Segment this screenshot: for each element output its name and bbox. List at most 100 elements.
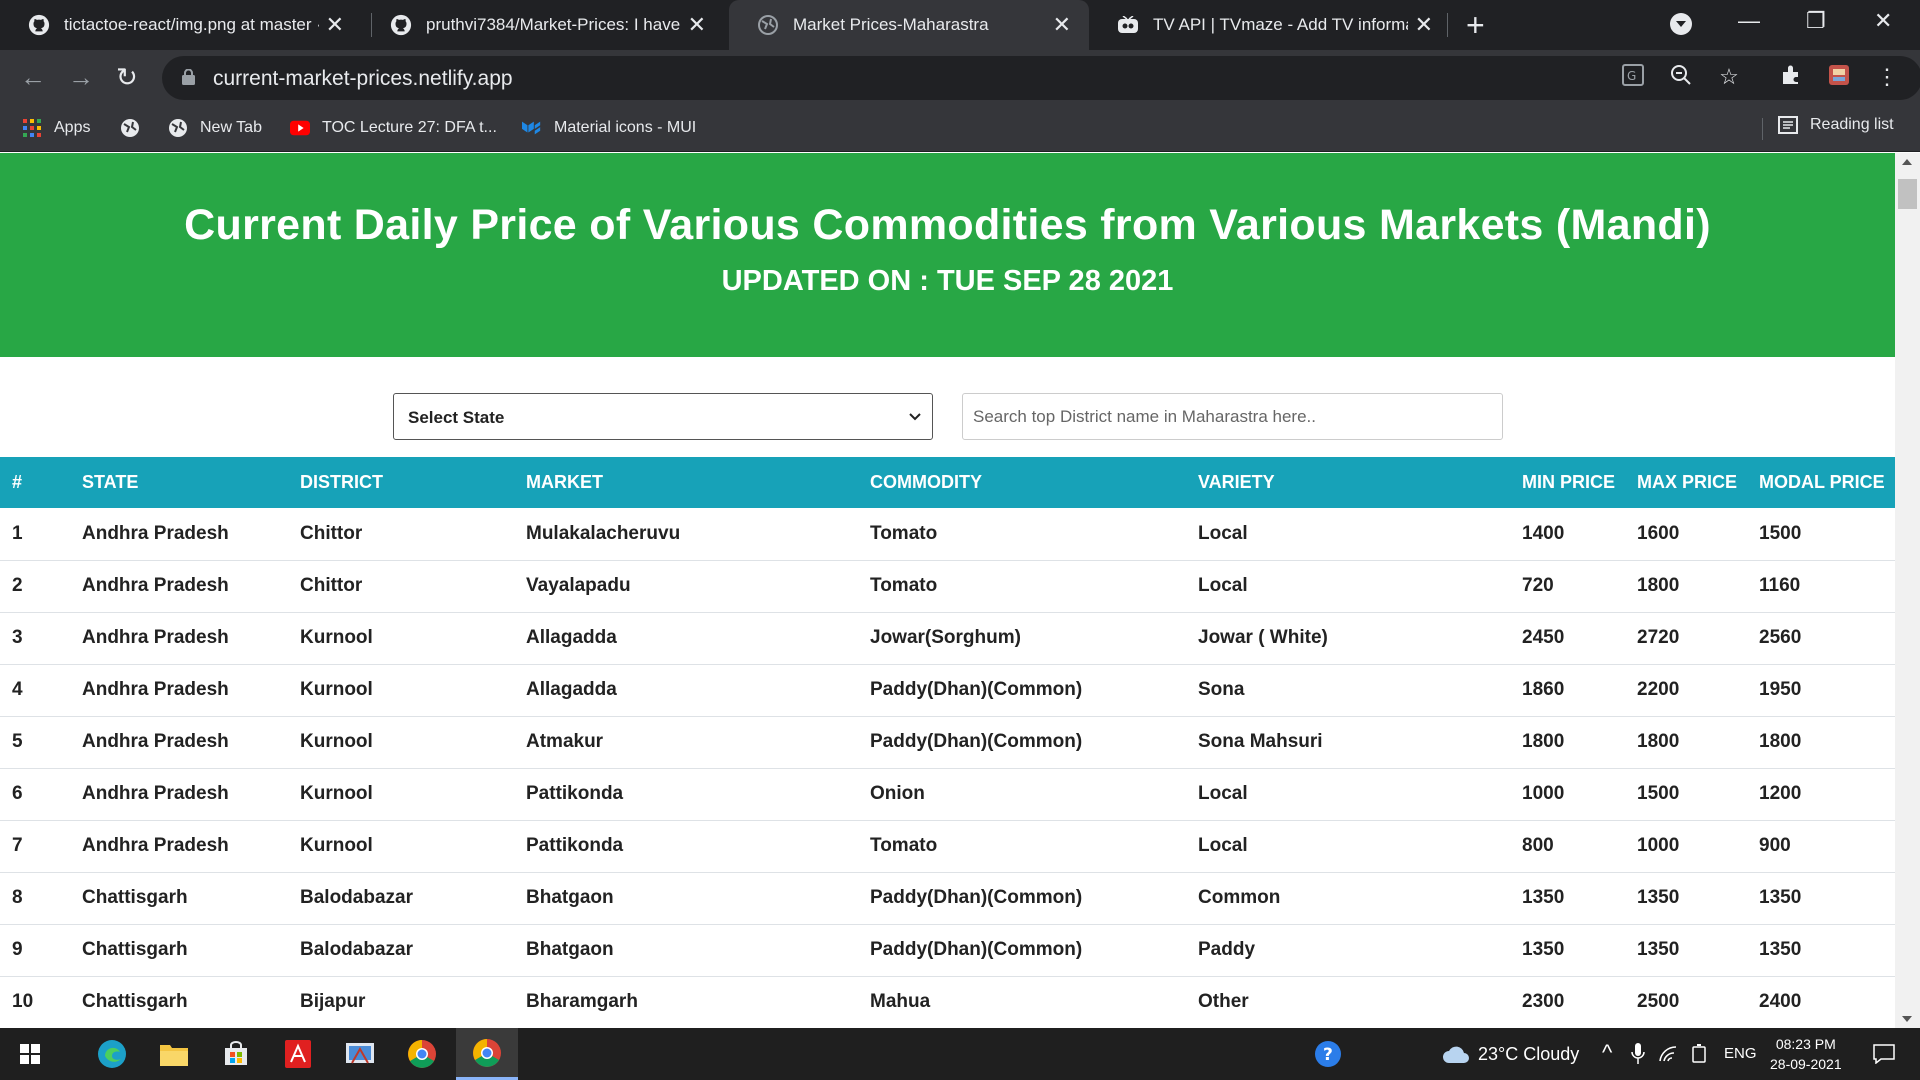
table-cell: Andhra Pradesh: [82, 835, 229, 856]
minimize-icon[interactable]: —: [1738, 8, 1760, 34]
table-cell: Other: [1198, 991, 1249, 1012]
wifi-icon[interactable]: [1652, 1038, 1684, 1070]
table-cell: Jowar ( White): [1198, 627, 1328, 648]
page-scrollbar[interactable]: [1895, 153, 1920, 1028]
notification-icon[interactable]: [1868, 1038, 1900, 1070]
table-cell: Bhatgaon: [526, 887, 614, 908]
chrome-active-window-icon[interactable]: [456, 1028, 518, 1080]
tab-market-prices-maharastra[interactable]: Market Prices-Maharastra ✕: [729, 0, 1089, 50]
table-cell: Common: [1198, 887, 1281, 908]
input-language[interactable]: ENG: [1724, 1045, 1757, 1062]
close-tab-icon[interactable]: ✕: [326, 14, 344, 36]
close-window-icon[interactable]: ✕: [1874, 8, 1892, 34]
table-cell: Local: [1198, 575, 1248, 596]
address-bar[interactable]: current-market-prices.netlify.app: [162, 56, 1920, 100]
bookmark-apps[interactable]: Apps: [22, 116, 90, 140]
chevron-up-icon[interactable]: ^: [1602, 1040, 1612, 1066]
table-cell: 1350: [1759, 887, 1802, 908]
clock-date: 28-09-2021: [1770, 1056, 1842, 1072]
windows-start-icon[interactable]: [14, 1038, 46, 1070]
reading-list-icon: [1778, 116, 1798, 134]
table-cell: Andhra Pradesh: [82, 679, 229, 700]
new-tab-button[interactable]: +: [1466, 8, 1485, 42]
snipping-tool-icon[interactable]: [344, 1038, 376, 1070]
extensions-icon[interactable]: [1778, 64, 1804, 90]
github-icon: [390, 14, 412, 36]
bookmark-star-icon[interactable]: ☆: [1716, 64, 1742, 90]
menu-kebab-icon[interactable]: ⋮: [1874, 64, 1900, 90]
microphone-icon[interactable]: [1622, 1038, 1654, 1070]
help-icon[interactable]: ?: [1312, 1038, 1344, 1070]
close-tab-icon[interactable]: ✕: [1415, 14, 1433, 36]
weather-text[interactable]: 23°C Cloudy: [1478, 1044, 1579, 1065]
table-cell: 5: [12, 731, 23, 752]
table-cell: Local: [1198, 835, 1248, 856]
acrobat-icon[interactable]: [282, 1038, 314, 1070]
bookmark-new-tab[interactable]: New Tab: [168, 116, 262, 140]
table-cell: Bijapur: [300, 991, 366, 1012]
tab-search-icon[interactable]: [1670, 13, 1692, 35]
table-cell: 1350: [1759, 939, 1802, 960]
github-icon: [28, 14, 50, 36]
table-row: 1 Andhra Pradesh Chittor Mulakalacheruvu Tom…: [0, 508, 1895, 560]
column-header: MAX PRICE: [1637, 472, 1738, 492]
page-content: Current Daily Price of Various Commoditi…: [0, 153, 1895, 1028]
profile-avatar-icon[interactable]: [1826, 64, 1852, 90]
scroll-down-icon[interactable]: [1902, 1016, 1912, 1022]
reading-list-button[interactable]: Reading list: [1778, 116, 1894, 134]
edge-icon[interactable]: [96, 1038, 128, 1070]
restore-icon[interactable]: ❐: [1806, 8, 1826, 34]
table-cell: Local: [1198, 783, 1248, 804]
table-cell: Andhra Pradesh: [82, 522, 229, 544]
system-clock[interactable]: 08:23 PM 28-09-2021: [1770, 1034, 1842, 1074]
scroll-up-icon[interactable]: [1902, 159, 1912, 165]
table-cell: 1860: [1522, 679, 1565, 700]
table-cell: Paddy(Dhan)(Common): [870, 887, 1083, 908]
table-cell: 900: [1759, 835, 1791, 856]
zoom-icon[interactable]: [1668, 64, 1694, 90]
table-cell: 1400: [1522, 522, 1565, 544]
table-cell: 1000: [1637, 835, 1680, 856]
tab-title: TV API | TVmaze - Add TV informatio: [1153, 15, 1408, 34]
table-cell: Balodabazar: [300, 939, 413, 960]
bookmark-globe[interactable]: [120, 116, 152, 140]
table-cell: Pattikonda: [526, 835, 624, 856]
close-tab-icon[interactable]: ✕: [688, 14, 706, 36]
table-cell: 9: [12, 939, 23, 960]
tab-tvmaze[interactable]: TV API | TVmaze - Add TV informatio ✕: [1089, 0, 1451, 50]
bookmark-toc-lecture[interactable]: TOC Lecture 27: DFA t...: [290, 116, 497, 140]
table-cell: Tomato: [870, 575, 938, 596]
column-header: MODAL PRICE: [1759, 472, 1885, 492]
file-explorer-icon[interactable]: [158, 1038, 190, 1070]
bookmark-label: Apps: [54, 119, 91, 136]
bookmark-material-icons[interactable]: Material icons - MUI: [522, 116, 696, 140]
reload-icon[interactable]: ↻: [116, 62, 138, 92]
page-title: Current Daily Price of Various Commoditi…: [184, 201, 1711, 249]
district-search-input[interactable]: [962, 393, 1503, 440]
column-header: STATE: [82, 472, 139, 492]
tab-market-prices-repo[interactable]: pruthvi7384/Market-Prices: I have cr ✕: [362, 0, 724, 50]
forward-icon[interactable]: →: [68, 62, 94, 92]
tab-tictactoe[interactable]: tictactoe-react/img.png at master · p ✕: [0, 0, 362, 50]
tab-title: Market Prices-Maharastra: [793, 15, 989, 34]
table-cell: Andhra Pradesh: [82, 627, 229, 648]
table-cell: Atmakur: [526, 731, 604, 752]
battery-icon[interactable]: [1684, 1038, 1716, 1070]
close-tab-icon[interactable]: ✕: [1053, 14, 1071, 36]
table-cell: 1000: [1522, 783, 1565, 804]
bookmarks-bar: Apps New Tab TOC Lecture 27: DFA t... Ma…: [0, 106, 1920, 152]
bookmarks-divider: [1762, 118, 1763, 140]
table-cell: 3: [12, 627, 23, 648]
chrome-icon[interactable]: [406, 1038, 438, 1070]
table-cell: 1500: [1759, 522, 1802, 544]
table-cell: 1800: [1522, 731, 1565, 752]
store-icon[interactable]: [220, 1038, 252, 1070]
back-icon[interactable]: ←: [20, 62, 46, 92]
column-header: MARKET: [526, 472, 603, 492]
table-cell: Mulakalacheruvu: [526, 522, 681, 544]
state-select[interactable]: Select State: [393, 393, 933, 440]
scrollbar-thumb[interactable]: [1898, 179, 1917, 209]
translate-icon[interactable]: G: [1620, 64, 1646, 90]
table-cell: 1800: [1637, 731, 1680, 752]
table-cell: Kurnool: [300, 679, 373, 700]
